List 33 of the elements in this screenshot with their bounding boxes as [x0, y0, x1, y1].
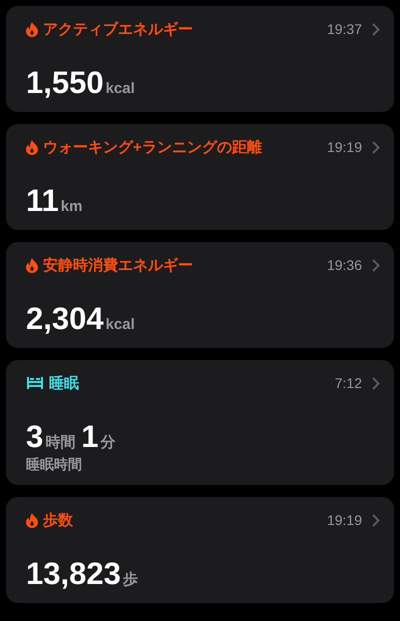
metric-value: 2,304 — [26, 301, 104, 336]
chevron-icon — [372, 376, 380, 390]
metric-card[interactable]: ウォーキング+ランニングの距離 19:19 11 km — [6, 124, 394, 230]
metric-value: 1,550 — [26, 65, 104, 100]
metric-time: 19:37 — [326, 21, 362, 37]
metric-title: 歩数 — [43, 510, 74, 530]
chevron-icon — [372, 140, 380, 154]
metric-card[interactable]: 歩数 19:19 13,823歩 — [6, 497, 394, 604]
metric-unit: 分 — [100, 434, 116, 452]
metric-unit: km — [60, 198, 82, 216]
metric-value: 3 — [26, 419, 44, 454]
metric-unit: 時間 — [45, 434, 76, 452]
metric-unit: 歩 — [122, 571, 138, 588]
metric-subtitle: 睡眠時間 — [26, 456, 83, 474]
chevron-icon — [372, 514, 380, 527]
metric-card[interactable]: アクティブエネルギー 19:37 1,550 kcal — [6, 6, 394, 112]
metric-unit: kcal — [106, 316, 135, 334]
metric-title: 睡眠 — [49, 374, 80, 393]
metric-card[interactable]: 睡眠 7:12 3 時間 1分 睡眠時間 — [6, 360, 394, 486]
metric-time: 7:12 — [334, 375, 362, 392]
metric-card[interactable]: 安静時消費エネルギー 19:36 2,304kcal — [6, 242, 394, 348]
metric-value: 1 — [81, 419, 98, 454]
chevron-icon — [372, 258, 380, 272]
metric-title: 安静時消費エネルギー — [43, 256, 194, 275]
metric-time: 19:36 — [326, 257, 362, 274]
chevron-icon — [372, 22, 380, 36]
metric-time: 19:19 — [326, 139, 362, 156]
metric-value: 11 — [26, 183, 59, 218]
metric-title: アクティブエネルギー — [43, 20, 194, 38]
metric-time: 19:19 — [326, 512, 362, 528]
metric-title: ウォーキング+ランニングの距離 — [43, 138, 263, 157]
metric-unit: kcal — [106, 80, 135, 97]
metric-value: 13,823 — [26, 556, 121, 592]
